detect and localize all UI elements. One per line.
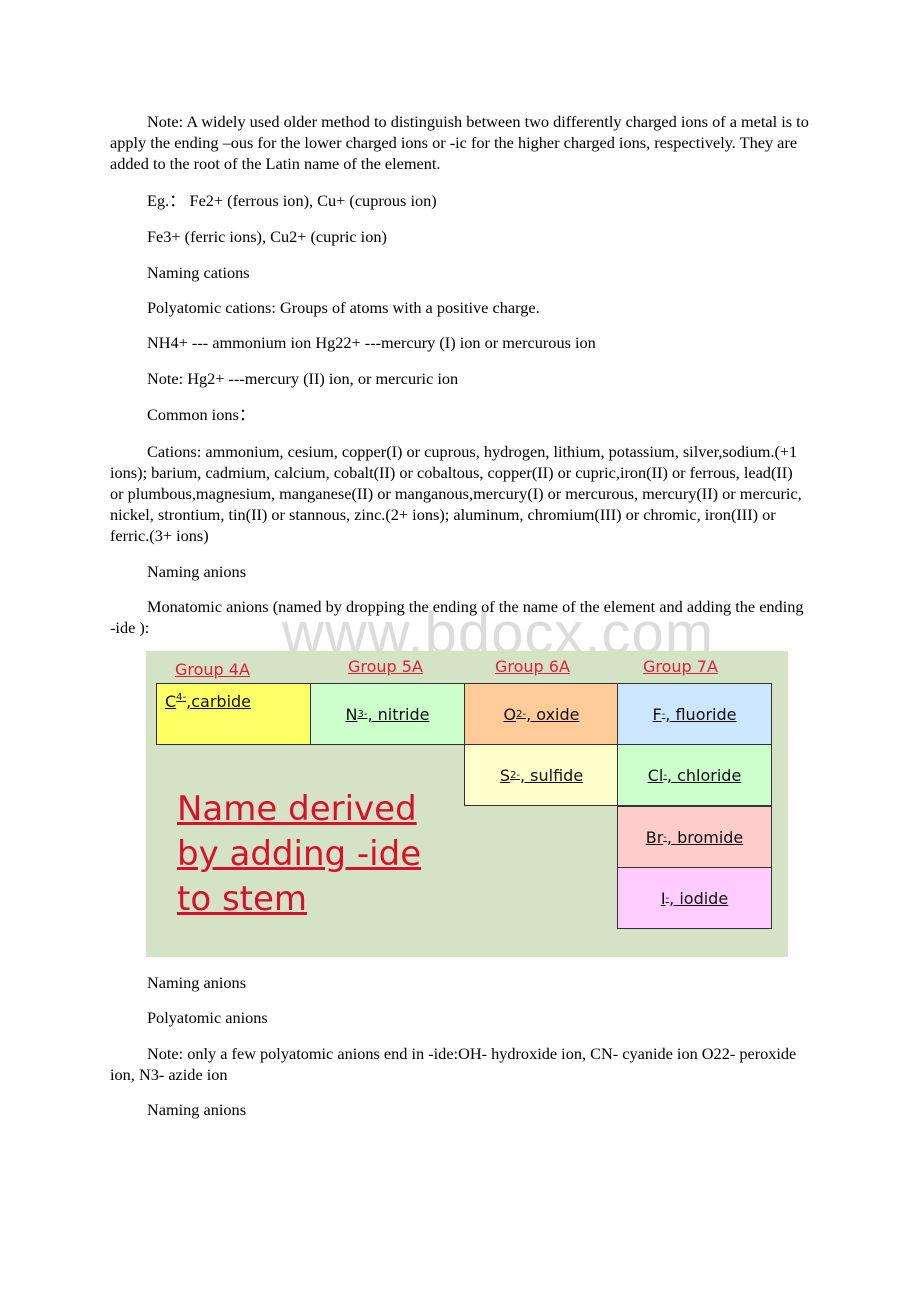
group-5a-label: Group 5A	[348, 657, 423, 676]
caption-line: to stem	[177, 879, 308, 919]
cell-oxide: O 2-, oxide	[464, 683, 619, 745]
cell-name: , bromide	[666, 827, 744, 847]
cell-fluoride: F-, fluoride	[617, 683, 772, 745]
cell-sulfide: S 2-, sulfide	[464, 744, 619, 806]
cell-symbol: Cl	[647, 765, 664, 785]
cell-charge: 4-	[176, 692, 187, 703]
cell-symbol: S	[499, 765, 510, 785]
cell-bromide: Br -, bromide	[617, 806, 772, 868]
heading-naming-cations: Naming cations	[147, 263, 250, 282]
cell-nitride: N 3-, nitride	[310, 683, 465, 745]
paragraph-nh4: NH4+ --- ammonium ion Hg22+ ---mercury (…	[147, 333, 596, 352]
cell-name: , nitride	[367, 704, 430, 724]
paragraph-eg-line2: Fe3+ (ferric ions), Cu2+ (cupric ion)	[147, 227, 387, 246]
cell-chloride: Cl -, chloride	[617, 744, 772, 806]
cell-iodide: I-, iodide	[617, 867, 772, 929]
anion-naming-figure: Group 4A Group 5A Group 6A Group 7A C 4-,…	[146, 651, 788, 957]
cell-name: , sulfide	[519, 765, 584, 785]
heading-common-ions: Common ions：	[147, 405, 256, 424]
cell-carbide: C 4- ,carbide	[156, 683, 311, 745]
heading-naming-anions-2: Naming anions	[147, 973, 247, 992]
paragraph-eg-line1: Eg.： Fe2+ (ferrous ion), Cu+ (cuprous io…	[147, 191, 437, 210]
cell-name: , iodide	[669, 888, 729, 908]
cell-symbol: O	[503, 704, 517, 724]
cell-name: , oxide	[526, 704, 580, 724]
caption-line: by adding -ide	[177, 834, 422, 874]
caption-line: Name derived	[177, 789, 417, 829]
cell-symbol: Br	[645, 827, 664, 847]
paragraph-note-older-method: Note: A widely used older method to dist…	[110, 112, 809, 173]
paragraph-polyatomic-cations: Polyatomic cations: Groups of atoms with…	[147, 298, 540, 317]
cell-symbol: N	[345, 704, 358, 724]
cell-charge: 2-	[516, 708, 527, 720]
paragraph-cations-list: Cations: ammonium, cesium, copper(I) or …	[110, 442, 802, 545]
cell-charge: 2-	[510, 769, 520, 781]
paragraph-ide-note: Note: only a few polyatomic anions end i…	[110, 1044, 797, 1084]
cell-name: ,carbide	[186, 692, 252, 711]
cell-symbol: F	[652, 704, 662, 724]
paragraph-monatomic-anions: Monatomic anions (named by dropping the …	[110, 597, 804, 637]
group-7a-label: Group 7A	[643, 657, 718, 676]
heading-naming-anions: Naming anions	[147, 562, 247, 581]
cell-symbol: C	[165, 692, 177, 711]
cell-charge: 3-	[357, 708, 368, 720]
heading-polyatomic-anions: Polyatomic anions	[147, 1008, 268, 1027]
heading-naming-anions-3: Naming anions	[147, 1100, 247, 1119]
group-6a-label: Group 6A	[495, 657, 570, 676]
paragraph-hg-note: Note: Hg2+ ---mercury (II) ion, or mercu…	[147, 369, 459, 388]
figure-caption: Name derived by adding -ide to stem	[177, 787, 421, 922]
cell-name: , chloride	[666, 765, 742, 785]
group-4a-label: Group 4A	[175, 660, 250, 679]
cell-name: , fluoride	[665, 704, 737, 724]
